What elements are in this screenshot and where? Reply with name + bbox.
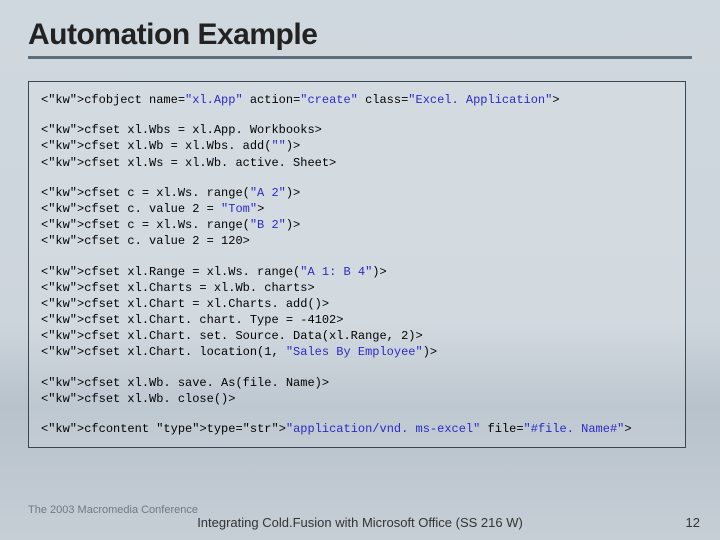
code-line: <"kw">cfset xl.Ws = xl.Wb. active. Sheet…: [41, 156, 336, 170]
title-rule: [28, 56, 692, 59]
code-line: <"kw">cfset xl.Wb. close()>: [41, 392, 235, 406]
code-line: <"kw">cfset xl.Wbs = xl.App. Workbooks>: [41, 123, 322, 137]
code-line: <"kw">cfset xl.Charts = xl.Wb. charts>: [41, 281, 315, 295]
code-line: <"kw">cfset c. value 2 = 120>: [41, 234, 250, 248]
code-line: <"kw">cfset xl.Wb. save. As(file. Name)>: [41, 376, 329, 390]
slide-footer: Integrating Cold.Fusion with Microsoft O…: [0, 515, 720, 530]
page-title: Automation Example: [28, 18, 692, 52]
code-line: <"kw">cfcontent "type">type="str">"appli…: [41, 422, 632, 436]
code-line: <"kw">cfset xl.Wb = xl.Wbs. add("")>: [41, 139, 300, 153]
code-line: <"kw">cfset xl.Chart. chart. Type = -410…: [41, 313, 343, 327]
code-line: <"kw">cfset xl.Range = xl.Ws. range("A 1…: [41, 265, 387, 279]
code-line: <"kw">cfset xl.Chart. set. Source. Data(…: [41, 329, 423, 343]
code-line: <"kw">cfset c. value 2 = "Tom">: [41, 202, 264, 216]
code-example-box: <"kw">cfobject name="xl.App" action="cre…: [28, 81, 686, 448]
code-line: <"kw">cfset xl.Chart = xl.Charts. add()>: [41, 297, 329, 311]
page-number: 12: [686, 515, 700, 530]
code-line: <"kw">cfset c = xl.Ws. range("A 2")>: [41, 186, 300, 200]
slide: Automation Example <"kw">cfobject name="…: [0, 0, 720, 540]
code-line: <"kw">cfset c = xl.Ws. range("B 2")>: [41, 218, 300, 232]
code-line: <"kw">cfset xl.Chart. location(1, "Sales…: [41, 345, 437, 359]
code-line: <"kw">cfobject name="xl.App" action="cre…: [41, 93, 560, 107]
code-block: <"kw">cfobject name="xl.App" action="cre…: [41, 92, 673, 437]
